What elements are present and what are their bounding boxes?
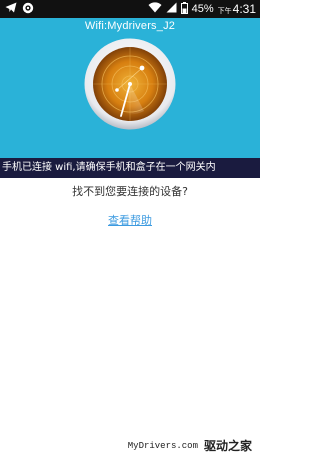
radar-scan-icon <box>84 38 176 130</box>
watermark-domain: MyDrivers.com <box>127 440 198 451</box>
device-not-found-text: 找不到您要连接的设备? <box>72 185 188 198</box>
status-bar: 45% 下午 4:31 <box>0 0 260 18</box>
app-notification-icon <box>22 2 34 17</box>
telegram-icon <box>5 2 17 16</box>
status-left <box>5 2 34 16</box>
watermark: MyDrivers.com 驱动之家 <box>128 437 252 454</box>
wifi-icon <box>148 2 162 16</box>
wifi-name-label: Wifi:Mydrivers_J2 <box>84 20 176 32</box>
connection-notice: 手机已连接 wifi,请确保手机和盒子在一个网关内 <box>0 158 260 178</box>
status-right: 45% 下午 4:31 <box>148 1 256 17</box>
view-help-link[interactable]: 查看帮助 <box>0 212 260 228</box>
time: 4:31 <box>232 2 256 16</box>
battery-percent: 45% <box>191 3 214 15</box>
search-header: Wifi:Mydrivers_J2 手机已连接 wifi,请确保手机和盒子在一个… <box>0 18 260 178</box>
watermark-brand: 驱动之家 <box>203 439 252 453</box>
time-period: 下午 <box>217 8 232 15</box>
clock: 下午 4:31 <box>218 2 256 16</box>
battery-icon <box>180 1 188 17</box>
signal-icon <box>166 2 177 16</box>
